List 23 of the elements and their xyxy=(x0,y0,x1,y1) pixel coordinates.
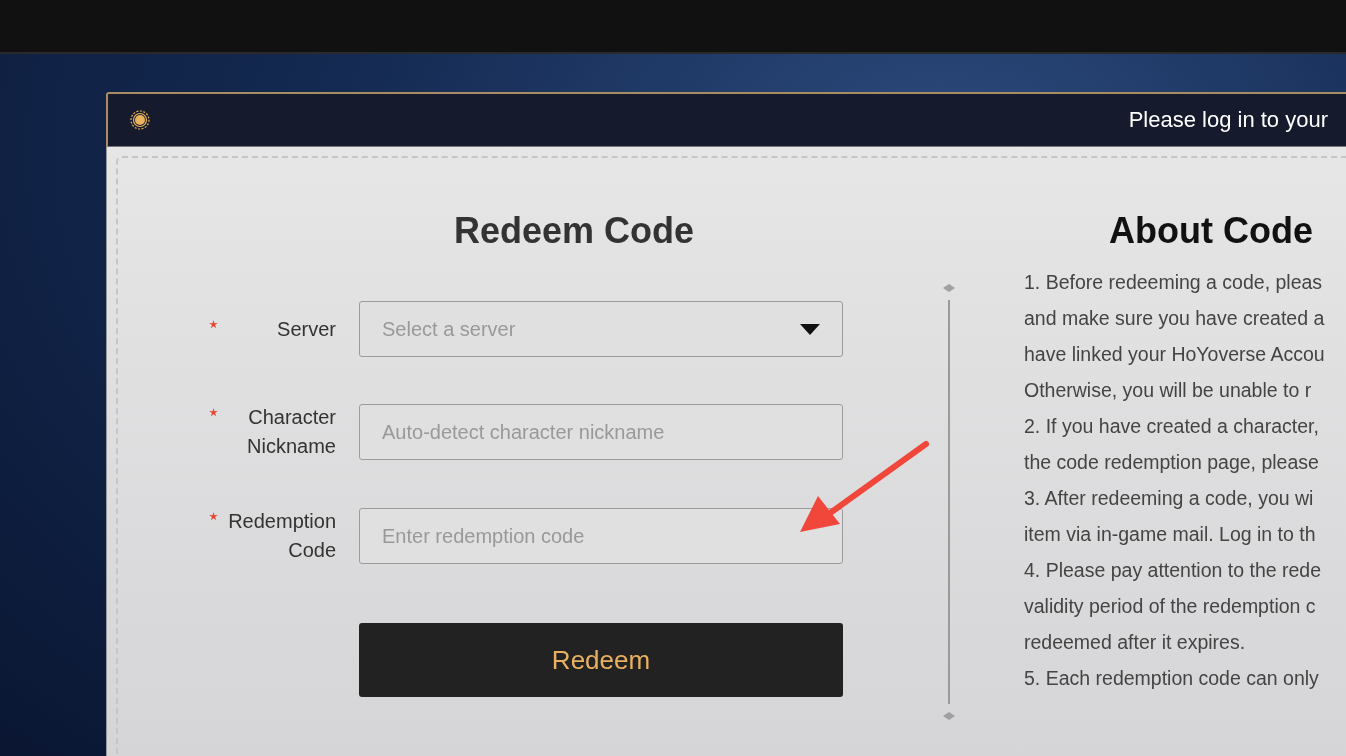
about-title: About Code xyxy=(1109,210,1314,252)
field-label: Character Nickname xyxy=(246,405,336,459)
field-label: Server xyxy=(276,316,336,342)
about-text-line: item via in-game mail. Log in to th xyxy=(1024,522,1317,547)
sun-icon xyxy=(130,110,150,130)
about-text-line: the code redemption page, please xyxy=(1024,450,1320,475)
about-text-line: 4. Please pay attention to the rede xyxy=(1024,558,1323,583)
about-text-line: redeemed after it expires. xyxy=(1024,630,1247,655)
about-text-line: 2. If you have created a character, xyxy=(1024,414,1320,439)
about-text-line: Otherwise, you will be unable to r xyxy=(1024,378,1313,403)
input-field[interactable]: Enter redemption code xyxy=(359,508,843,564)
about-text-line: 1. Before redeeming a code, pleas xyxy=(1024,270,1324,295)
login-prompt: Please log in to your xyxy=(1128,107,1328,133)
form-title: Redeem Code xyxy=(452,210,696,252)
about-text-line: have linked your HoYoverse Accou xyxy=(1024,342,1325,367)
about-text-line: and make sure you have created a xyxy=(1024,306,1325,331)
redeem-button[interactable]: Redeem xyxy=(359,623,843,697)
field-label: Redemption Code xyxy=(227,509,336,563)
about-text-line: 3. After redeeming a code, you wi xyxy=(1024,486,1315,511)
caret-icon xyxy=(800,323,820,335)
input-field[interactable]: Auto-detect character nickname xyxy=(359,404,843,460)
about-text-line: 5. Each redemption code can only xyxy=(1024,666,1320,691)
about-text-line: validity period of the redemption c xyxy=(1024,594,1317,619)
